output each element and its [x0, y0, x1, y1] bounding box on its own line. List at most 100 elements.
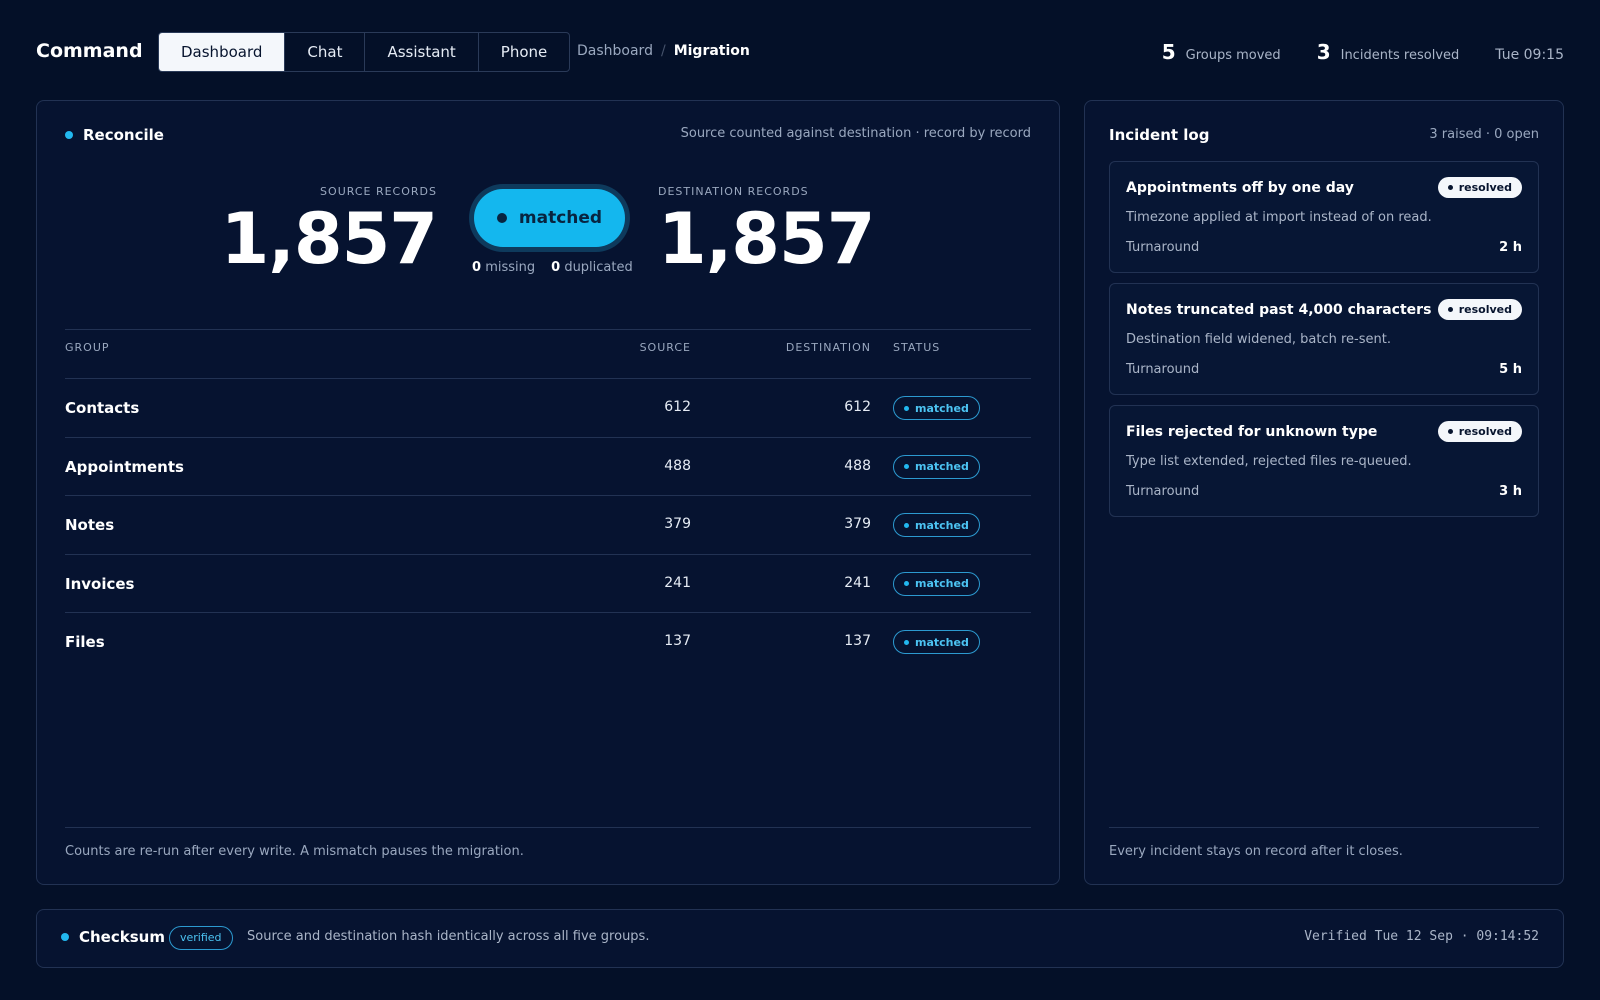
duplicated-count: 0 — [551, 260, 561, 275]
badge-dot-icon — [904, 522, 909, 528]
incident-card[interactable]: Files rejected for unknown type resolved… — [1109, 405, 1539, 517]
incident-title: Appointments off by one day — [1126, 180, 1354, 196]
breadcrumb-current: Migration — [673, 43, 750, 59]
turnaround-value: 2 h — [1499, 240, 1522, 255]
breadcrumb-dashboard-link[interactable]: Dashboard — [577, 43, 653, 59]
resolved-badge: resolved — [1437, 299, 1522, 320]
reconcile-panel: Reconcile Source counted against destina… — [36, 100, 1060, 885]
badge-dot-icon — [1447, 429, 1453, 434]
row-source: 612 — [664, 399, 691, 415]
row-group: Invoices — [65, 574, 135, 593]
reconcile-mini-stats: 0 missing 0 duplicated — [472, 260, 633, 275]
incident-footer-text: Every incident stays on record after it … — [1109, 844, 1403, 859]
row-destination: 379 — [844, 516, 871, 532]
turnaround-label: Turnaround — [1126, 484, 1200, 499]
status-badge-text: matched — [915, 460, 969, 473]
status-badge: matched — [893, 513, 980, 537]
badge-dot-icon — [904, 464, 909, 469]
checksum-title: Checksum — [61, 928, 165, 946]
status-badge: matched — [893, 454, 980, 479]
resolved-badge-text: resolved — [1458, 181, 1512, 194]
checksum-title-text: Checksum — [79, 928, 165, 946]
table-row: Notes 379 379 matched — [65, 496, 1031, 555]
badge-dot-icon — [904, 639, 909, 645]
badge-dot-icon — [1447, 185, 1453, 190]
source-records-total: 1,857 — [220, 198, 438, 280]
row-source: 379 — [664, 516, 691, 532]
group-table: GROUP SOURCE DESTINATION STATUS Contacts… — [65, 329, 1031, 672]
tab-dashboard[interactable]: Dashboard — [159, 33, 285, 71]
reconcile-subtitle: Source counted against destination · rec… — [680, 126, 1031, 141]
column-source: SOURCE — [639, 341, 691, 354]
tab-assistant[interactable]: Assistant — [364, 33, 477, 71]
status-badge: matched — [893, 571, 980, 596]
row-source: 241 — [664, 574, 691, 591]
resolved-badge-text: resolved — [1458, 425, 1512, 438]
row-destination: 612 — [844, 399, 871, 415]
column-status: STATUS — [893, 341, 941, 354]
badge-dot-icon — [904, 405, 909, 411]
checksum-verified-time: Verified Tue 12 Sep · 09:14:52 — [1304, 929, 1539, 944]
incident-title: Notes truncated past 4,000 characters — [1126, 302, 1432, 318]
app-title: Command — [36, 40, 143, 62]
row-source: 488 — [664, 457, 691, 474]
resolved-badge-text: resolved — [1458, 303, 1512, 316]
status-badge-text: matched — [915, 518, 969, 532]
duplicated-label: duplicated — [564, 260, 633, 275]
incident-detail: Timezone applied at import instead of on… — [1126, 210, 1432, 225]
incident-card[interactable]: Notes truncated past 4,000 characters re… — [1109, 283, 1539, 395]
row-destination: 241 — [844, 574, 871, 591]
source-total-block: SOURCE RECORDS 1,857 — [220, 185, 438, 280]
status-badge: matched — [893, 630, 980, 654]
row-destination: 137 — [844, 633, 871, 649]
table-row: Appointments 488 488 matched — [65, 438, 1031, 496]
missing-count: 0 — [472, 260, 482, 275]
row-group: Appointments — [65, 457, 184, 476]
top-bar: Command Dashboard Chat Assistant Phone D… — [36, 32, 1564, 72]
main-tabs: Dashboard Chat Assistant Phone — [158, 32, 571, 72]
table-row: Contacts 612 612 matched — [65, 379, 1031, 438]
stat-label: Groups moved — [1185, 48, 1281, 63]
reconcile-title: Reconcile — [65, 126, 164, 144]
incident-detail: Type list extended, rejected files re-qu… — [1126, 454, 1412, 469]
breadcrumb-separator: / — [660, 43, 666, 59]
turnaround-label: Turnaround — [1126, 240, 1200, 255]
row-group: Contacts — [65, 399, 140, 417]
turnaround-label: Turnaround — [1126, 362, 1200, 377]
verified-badge: verified — [169, 926, 233, 950]
stat-value: 3 — [1316, 40, 1331, 64]
tab-chat[interactable]: Chat — [284, 33, 364, 71]
match-status-text: matched — [518, 208, 603, 228]
source-records-label: SOURCE RECORDS — [320, 185, 437, 198]
checksum-bar: Checksum verified Source and destination… — [36, 909, 1564, 968]
status-badge-text: matched — [915, 577, 969, 590]
destination-records-total: 1,857 — [658, 198, 875, 280]
destination-records-label: DESTINATION RECORDS — [658, 185, 809, 198]
status-dot-icon — [65, 131, 73, 139]
clock: Tue 09:15 — [1495, 47, 1564, 63]
breadcrumb: Dashboard / Migration — [577, 43, 750, 59]
tab-phone[interactable]: Phone — [477, 33, 569, 71]
turnaround-value: 5 h — [1499, 362, 1522, 377]
matched-dot-icon — [496, 213, 507, 223]
destination-total-block: DESTINATION RECORDS 1,857 — [658, 185, 875, 280]
badge-dot-icon — [904, 581, 909, 586]
turnaround-value: 3 h — [1499, 484, 1522, 499]
status-badge-text: matched — [915, 635, 969, 649]
column-group: GROUP — [65, 341, 110, 354]
missing-label: missing — [485, 260, 536, 275]
missing-stat: 0 missing — [472, 260, 535, 275]
header-stats: 5 Groups moved 3 Incidents resolved Tue … — [1162, 40, 1564, 64]
row-destination: 488 — [844, 457, 871, 474]
incident-log-panel: Incident log 3 raised · 0 open Appointme… — [1084, 100, 1564, 885]
row-source: 137 — [664, 633, 691, 649]
status-badge: matched — [893, 396, 980, 420]
incident-title: Files rejected for unknown type — [1126, 424, 1378, 440]
row-group: Notes — [65, 516, 115, 534]
incident-log-title: Incident log — [1109, 126, 1210, 144]
incident-card[interactable]: Appointments off by one day resolved Tim… — [1109, 161, 1539, 273]
checksum-description: Source and destination hash identically … — [247, 929, 650, 944]
status-dot-icon — [61, 933, 69, 941]
match-status-pill: matched — [474, 189, 625, 247]
resolved-badge: resolved — [1437, 177, 1522, 198]
